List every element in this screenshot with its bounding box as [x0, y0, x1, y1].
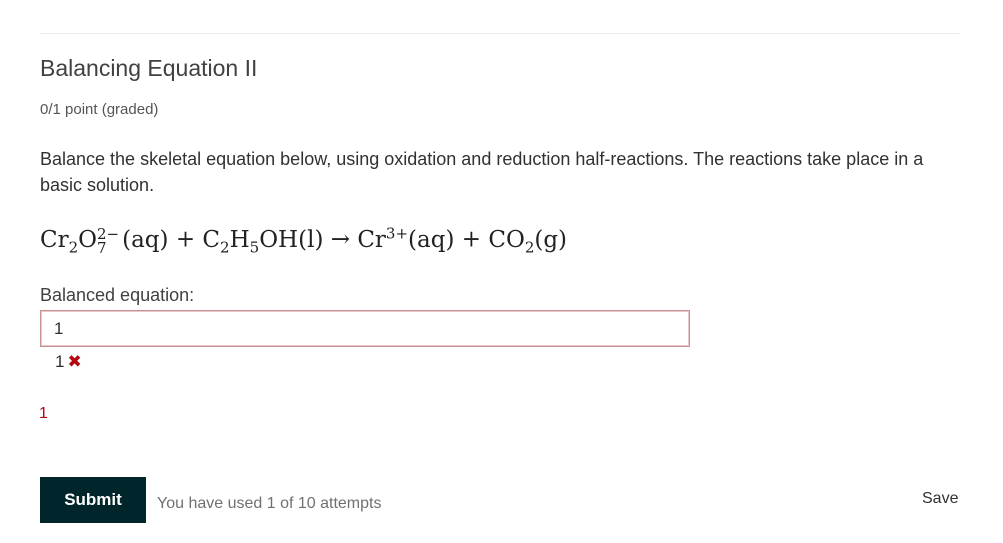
- eq-text: O: [78, 226, 97, 253]
- points-status: 0/1 point (graded): [40, 101, 159, 118]
- eq-text: Cr: [357, 226, 386, 253]
- eq-sub: 2: [68, 238, 79, 257]
- eq-plus: +: [175, 226, 196, 253]
- answer-preview: 1 ✖: [55, 352, 82, 372]
- eq-text: C: [202, 226, 221, 253]
- incorrect-x-icon: ✖: [67, 352, 82, 371]
- eq-state: (aq): [122, 226, 169, 253]
- eq-text: Cr: [40, 226, 69, 253]
- eq-sub: 2: [524, 238, 535, 257]
- feedback-message: 1: [39, 405, 48, 422]
- eq-text: H: [229, 226, 250, 253]
- eq-state: (g): [534, 226, 568, 253]
- product-co2: CO2(g): [488, 226, 568, 257]
- eq-sup: 3+: [385, 224, 409, 242]
- reactant-dichromate: Cr2O 2− 7 (aq): [40, 226, 169, 257]
- eq-sub: 5: [249, 238, 260, 257]
- problem-title: Balancing Equation II: [40, 55, 258, 81]
- eq-plus: +: [461, 226, 482, 253]
- problem-prompt: Balance the skeletal equation below, usi…: [40, 149, 924, 195]
- attempts-counter: You have used 1 of 10 attempts: [157, 495, 382, 512]
- eq-state: (aq): [408, 226, 455, 253]
- eq-sub: 2: [220, 238, 230, 257]
- preview-value: 1: [55, 352, 65, 371]
- save-button[interactable]: Save: [922, 490, 958, 508]
- reactant-ethanol: C2H5OH(l): [202, 226, 324, 257]
- top-divider: [40, 33, 960, 34]
- eq-arrow: →: [330, 226, 351, 253]
- balanced-equation-label: Balanced equation:: [40, 285, 195, 305]
- product-chromium: Cr3+(aq): [357, 224, 455, 253]
- skeletal-equation: Cr2O 2− 7 (aq) + C2H5OH(l) → Cr3+(aq) + CO2…: [40, 224, 567, 256]
- eq-text: OH: [259, 226, 299, 253]
- eq-state: (l): [298, 226, 324, 253]
- eq-supsub: 2− 7: [97, 226, 119, 257]
- eq-sub: 7: [97, 238, 107, 257]
- submit-button[interactable]: Submit: [40, 477, 146, 523]
- eq-text: CO: [488, 226, 525, 253]
- balanced-equation-input[interactable]: [40, 310, 690, 347]
